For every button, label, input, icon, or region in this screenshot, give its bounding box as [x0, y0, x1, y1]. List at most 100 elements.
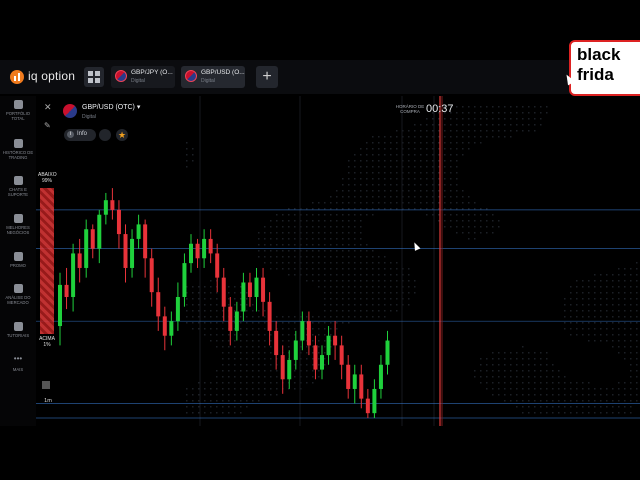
- candle: [77, 253, 82, 268]
- sidebar-item-chat[interactable]: CHATS E SUPORTE: [0, 176, 36, 197]
- portfolio-icon: [13, 100, 23, 109]
- info-label: Info: [77, 131, 88, 137]
- sidebar-item-label: PROMO: [10, 263, 26, 268]
- candle: [116, 209, 121, 235]
- sidebar-item-label: MAIS: [12, 367, 24, 372]
- asset-selector[interactable]: GBP/USD (OTC) ▾: [82, 103, 140, 111]
- candle: [189, 243, 193, 264]
- candle: [247, 282, 252, 297]
- info-button[interactable]: i Info: [64, 129, 96, 141]
- sidebar-item-trophy[interactable]: MELHORES NEGÓCIOS: [0, 214, 36, 235]
- sidebar-item-more[interactable]: ••• MAIS: [0, 354, 36, 373]
- candle: [359, 374, 364, 399]
- asset-tab-sub: Digital: [201, 78, 215, 84]
- asset-tab-sub: Digital: [131, 78, 145, 84]
- sidebar-item-label: PORTFÓLIO TOTAL: [5, 111, 31, 121]
- candle: [228, 306, 233, 331]
- candle: [274, 330, 279, 356]
- asset-tab-name: GBP/JPY (O...: [131, 69, 173, 76]
- purchase-timer: 00:37: [426, 103, 454, 115]
- asset-tab-name: GBP/USD (O...: [201, 69, 245, 76]
- candle: [293, 340, 298, 360]
- drawing-tool-icon[interactable]: ✎: [44, 121, 51, 130]
- candle: [202, 238, 207, 259]
- promo-text: black frida: [577, 45, 621, 84]
- candle: [103, 200, 108, 215]
- iq-option-logo-icon: [10, 70, 24, 84]
- candle: [84, 229, 89, 268]
- candle: [136, 224, 141, 239]
- candle: [64, 284, 69, 297]
- candle: [241, 282, 246, 312]
- bell-icon[interactable]: [99, 129, 111, 141]
- candle: [261, 277, 266, 302]
- analysis-icon: [13, 284, 23, 293]
- down-percent: 99%: [41, 178, 52, 184]
- candle: [182, 263, 187, 297]
- more-icon: •••: [13, 354, 23, 363]
- candle: [365, 398, 370, 414]
- sidebar-item-analysis[interactable]: ANÁLISE DO MERCADO: [0, 284, 36, 305]
- asset-tab-gbp-usd[interactable]: GBP/USD (O... Digital: [181, 66, 245, 88]
- sidebar-item-label: CHATS E SUPORTE: [7, 187, 29, 197]
- candle: [306, 321, 311, 346]
- sidebar-item-label: HISTÓRICO DE TRADING: [2, 150, 34, 160]
- candle: [149, 258, 154, 293]
- candle: [326, 335, 331, 356]
- gbp-flag-icon: [185, 70, 197, 82]
- chat-icon: [13, 176, 23, 185]
- sidebar-item-history[interactable]: HISTÓRICO DE TRADING: [0, 139, 36, 160]
- candle-type-icon[interactable]: [42, 381, 50, 389]
- star-icon[interactable]: ★: [116, 129, 128, 141]
- candle: [208, 238, 213, 254]
- add-tab-button[interactable]: +: [256, 66, 278, 88]
- candle: [215, 253, 220, 278]
- sidebar-item-label: ANÁLISE DO MERCADO: [5, 295, 31, 305]
- sidebar-item-label: MELHORES NEGÓCIOS: [6, 225, 30, 235]
- close-icon[interactable]: ✕: [44, 102, 52, 113]
- all-assets-grid-button[interactable]: [84, 67, 104, 87]
- candle: [385, 340, 390, 365]
- price-chart[interactable]: [36, 96, 640, 426]
- candle: [320, 355, 324, 370]
- candle: [378, 364, 383, 389]
- grid-icon: [88, 71, 93, 76]
- asset-tab-gbp-jpy[interactable]: GBP/JPY (O... Digital: [111, 66, 175, 88]
- tutorial-icon: [13, 322, 23, 331]
- sentiment-bar: [40, 188, 54, 334]
- trophy-icon: [13, 214, 23, 223]
- candle: [71, 253, 76, 297]
- bottom-area: [0, 426, 640, 480]
- timeframe-button[interactable]: 1m: [41, 398, 55, 408]
- info-icon: i: [67, 131, 74, 138]
- up-percent: 1%: [43, 342, 51, 348]
- candle: [162, 316, 167, 336]
- sidebar-item-label: TUTORIAIS: [6, 333, 30, 338]
- candle: [90, 229, 95, 249]
- gbp-usd-flag-icon: [63, 104, 77, 118]
- candle: [175, 297, 180, 322]
- candle: [339, 345, 344, 365]
- candle: [267, 301, 272, 331]
- candle: [346, 364, 351, 389]
- history-icon: [13, 139, 23, 148]
- down-sentiment: ABAIXO 99%: [38, 172, 57, 184]
- candle: [169, 321, 174, 336]
- sidebar-item-fire[interactable]: PROMO: [0, 252, 36, 268]
- sidebar-item-portfolio[interactable]: PORTFÓLIO TOTAL: [0, 100, 36, 121]
- candle: [97, 214, 102, 249]
- candle: [221, 277, 226, 307]
- brand-name: iq option: [28, 69, 76, 83]
- candle: [234, 311, 239, 331]
- fire-icon: [13, 252, 23, 261]
- candle: [333, 335, 338, 346]
- gbp-flag-icon: [115, 70, 127, 82]
- candle: [123, 234, 128, 268]
- asset-type: Digital: [82, 114, 96, 120]
- candle: [143, 224, 148, 259]
- sidebar-item-tutorial[interactable]: TUTORIAIS: [0, 322, 36, 338]
- candle: [372, 388, 377, 414]
- candle: [313, 345, 318, 370]
- candle: [300, 321, 305, 341]
- black-friday-promo[interactable]: black frida: [569, 40, 640, 96]
